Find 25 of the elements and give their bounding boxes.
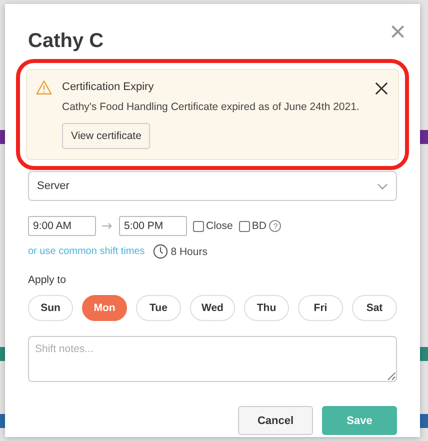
alert-title: Certification Expiry	[62, 81, 155, 93]
day-toggle[interactable]: Sat	[352, 295, 397, 321]
alert-message: Cathy's Food Handling Certificate expired as of June 24th 2021.	[62, 101, 360, 113]
end-time-field[interactable]: 5:00 PM	[119, 216, 187, 236]
close-icon[interactable]	[375, 82, 388, 95]
close-checkbox[interactable]: Close	[193, 220, 233, 232]
day-toggle[interactable]: Sun	[28, 295, 73, 321]
apply-to-label: Apply to	[28, 274, 67, 286]
view-certificate-button[interactable]: View certificate	[62, 123, 150, 149]
clock-icon	[152, 244, 168, 259]
day-toggle[interactable]: Thu	[244, 295, 289, 321]
day-toggle[interactable]: Fri	[298, 295, 343, 321]
role-select[interactable]: Server	[28, 171, 397, 201]
day-toggle[interactable]: Wed	[190, 295, 235, 321]
dialog-title: Cathy C	[28, 30, 104, 53]
duration-text: 8 Hours	[170, 246, 208, 258]
warning-icon	[36, 80, 52, 95]
bd-checkbox[interactable]: BD	[238, 220, 266, 232]
day-toggle[interactable]: Tue	[136, 295, 181, 321]
cancel-button[interactable]: Cancel	[238, 406, 313, 435]
arrow-icon	[102, 222, 113, 230]
shift-notes-field[interactable]: Shift notes...	[28, 336, 397, 382]
chevron-icon	[377, 182, 388, 190]
start-time-field[interactable]: 9:00 AM	[28, 216, 96, 236]
help-icon[interactable]: ?	[269, 220, 282, 232]
